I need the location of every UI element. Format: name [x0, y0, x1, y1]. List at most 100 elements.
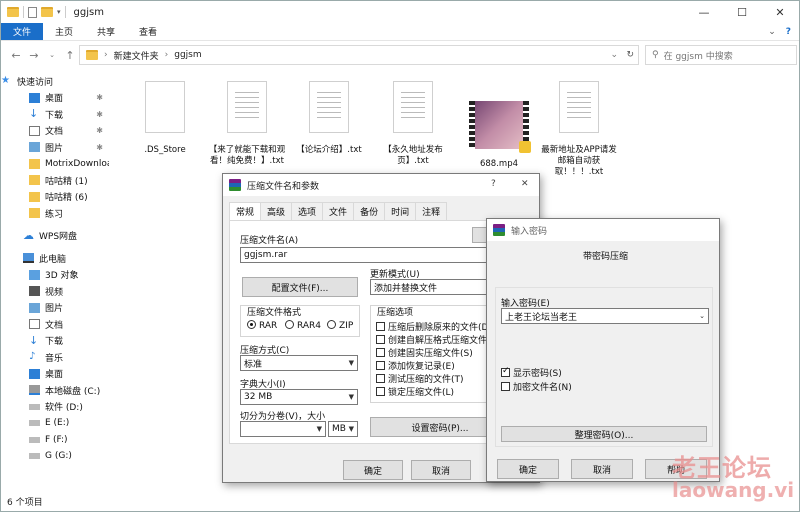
nav-item[interactable]: 练习	[1, 205, 109, 222]
checkbox[interactable]	[376, 322, 385, 331]
help-icon[interactable]: ?	[491, 179, 496, 189]
nav-this-pc[interactable]: 此电脑	[1, 250, 109, 267]
nav-item[interactable]: MotrixDownloa	[1, 156, 109, 173]
ok-button[interactable]: 确定	[497, 459, 559, 479]
chevron-down-icon[interactable]: ⌄	[610, 50, 618, 60]
pin-icon[interactable]: ✱	[96, 126, 103, 135]
checkbox[interactable]	[376, 374, 385, 383]
tab-backup[interactable]: 备份	[353, 202, 386, 220]
minimize-button[interactable]: —	[685, 1, 723, 23]
refresh-icon[interactable]: ↻	[626, 50, 634, 60]
chevron-right-icon[interactable]: ›	[165, 50, 169, 60]
chevron-right-icon[interactable]: ›	[104, 50, 108, 60]
option-recovery[interactable]: 添加恢复记录(E)	[376, 359, 455, 372]
checkbox[interactable]	[376, 387, 385, 396]
nav-item[interactable]: ↓ 下载 ✱	[1, 106, 109, 123]
nav-item[interactable]: 文档 ✱	[1, 123, 109, 140]
nav-item[interactable]: G (G:)	[1, 448, 109, 465]
nav-item[interactable]: 咕咕精 (1)	[1, 172, 109, 189]
tab-comment[interactable]: 注释	[415, 202, 448, 220]
maximize-button[interactable]: ☐	[723, 1, 761, 23]
checkbox[interactable]	[501, 382, 510, 391]
pin-icon[interactable]: ✱	[96, 110, 103, 119]
nav-item[interactable]: 软件 (D:)	[1, 399, 109, 416]
organize-passwords-button[interactable]: 整理密码(O)...	[501, 426, 707, 442]
file-item[interactable]: 【永久地址发布页】.txt	[373, 81, 453, 167]
nav-item[interactable]: F (F:)	[1, 432, 109, 449]
tab-time[interactable]: 时间	[384, 202, 417, 220]
tab-view[interactable]: 查看	[127, 23, 169, 40]
file-item[interactable]: 688.mp4	[459, 81, 539, 170]
properties-icon[interactable]	[28, 6, 37, 18]
method-select[interactable]: 标准 ▼	[240, 355, 358, 371]
nav-item[interactable]: E (E:)	[1, 415, 109, 432]
split-unit-select[interactable]: MB ▼	[328, 421, 358, 437]
option-lock[interactable]: 锁定压缩文件(L)	[376, 385, 454, 398]
nav-item[interactable]: 3D 对象	[1, 267, 109, 284]
nav-item[interactable]: 图片 ✱	[1, 139, 109, 156]
checkbox[interactable]	[376, 348, 385, 357]
chevron-down-icon[interactable]: ⌄	[699, 312, 705, 320]
nav-wps-drive[interactable]: ☁ WPS网盘	[1, 228, 109, 245]
radio-button[interactable]	[327, 320, 336, 329]
tab-files[interactable]: 文件	[322, 202, 355, 220]
file-item[interactable]: 最新地址及APP请发邮箱自动获取！！！.txt	[539, 81, 619, 178]
help-icon[interactable]: ?	[786, 27, 791, 37]
radio-zip[interactable]: ZIP	[327, 320, 353, 331]
search-input[interactable]: 在 ggjsm 中搜索	[664, 49, 733, 62]
close-button[interactable]: ✕	[761, 1, 799, 23]
up-arrow-icon[interactable]: ↑	[61, 49, 79, 62]
cancel-button[interactable]: 取消	[411, 460, 471, 480]
new-folder-icon[interactable]	[41, 7, 53, 17]
show-password-option[interactable]: 显示密码(S)	[501, 366, 562, 379]
radio-button[interactable]	[247, 320, 256, 329]
dictionary-select[interactable]: 32 MB ▼	[240, 389, 358, 405]
cancel-button[interactable]: 取消	[571, 459, 633, 479]
radio-button[interactable]	[285, 320, 294, 329]
radio-rar4[interactable]: RAR4	[285, 320, 321, 331]
checkbox[interactable]	[376, 335, 385, 344]
archive-name-field[interactable]: ggjsm.rar	[240, 247, 492, 263]
nav-item[interactable]: 桌面	[1, 366, 109, 383]
nav-item[interactable]: 文档	[1, 316, 109, 333]
encrypt-names-option[interactable]: 加密文件名(N)	[501, 380, 572, 393]
nav-item[interactable]: 视频	[1, 283, 109, 300]
file-item[interactable]: 【论坛介绍】.txt	[289, 81, 369, 156]
file-item[interactable]: .DS_Store	[125, 81, 205, 156]
password-input[interactable]: 上老王论坛当老王 ⌄	[501, 308, 709, 324]
tab-file[interactable]: 文件	[1, 23, 44, 40]
tab-general[interactable]: 常规	[229, 202, 262, 220]
tab-options[interactable]: 选项	[291, 202, 324, 220]
search-box[interactable]: ⚲ 在 ggjsm 中搜索	[645, 45, 797, 65]
option-sfx[interactable]: 创建自解压格式压缩文件(X	[376, 333, 497, 346]
checkbox[interactable]	[376, 361, 385, 370]
tab-home[interactable]: 主页	[43, 23, 85, 40]
nav-item[interactable]: ↓ 下载	[1, 333, 109, 350]
option-solid[interactable]: 创建固实压缩文件(S)	[376, 346, 473, 359]
nav-item[interactable]: 本地磁盘 (C:)	[1, 382, 109, 399]
checkbox[interactable]	[501, 366, 510, 377]
nav-quick-access[interactable]: ★ 快速访问	[1, 73, 109, 90]
breadcrumb-item[interactable]: ggjsm	[174, 50, 201, 60]
nav-item[interactable]: 桌面 ✱	[1, 90, 109, 107]
close-icon[interactable]: ✕	[521, 179, 529, 189]
chevron-down-icon[interactable]: ⌄	[768, 27, 776, 37]
pin-icon[interactable]: ✱	[96, 143, 103, 152]
chevron-down-icon[interactable]: ▾	[57, 8, 61, 16]
radio-rar[interactable]: RAR	[247, 320, 277, 331]
tab-advanced[interactable]: 高级	[260, 202, 293, 220]
breadcrumb-item[interactable]: 新建文件夹	[114, 49, 159, 62]
nav-item[interactable]: 图片	[1, 300, 109, 317]
address-bar[interactable]: › 新建文件夹 › ggjsm ⌄ ↻	[79, 45, 639, 65]
split-size-input[interactable]: ▼	[240, 421, 326, 437]
ok-button[interactable]: 确定	[343, 460, 403, 480]
file-item[interactable]: 【来了就能下载和观看！纯免费！】.txt	[207, 81, 287, 167]
nav-item[interactable]: 咕咕精 (6)	[1, 189, 109, 206]
nav-item[interactable]: ♪ 音乐	[1, 349, 109, 366]
recent-chevron-icon[interactable]: ⌄	[43, 51, 61, 59]
back-arrow-icon[interactable]: ←	[7, 49, 25, 62]
option-test[interactable]: 测试压缩的文件(T)	[376, 372, 464, 385]
tab-share[interactable]: 共享	[85, 23, 127, 40]
profiles-button[interactable]: 配置文件(F)...	[242, 277, 358, 297]
forward-arrow-icon[interactable]: →	[25, 49, 43, 62]
